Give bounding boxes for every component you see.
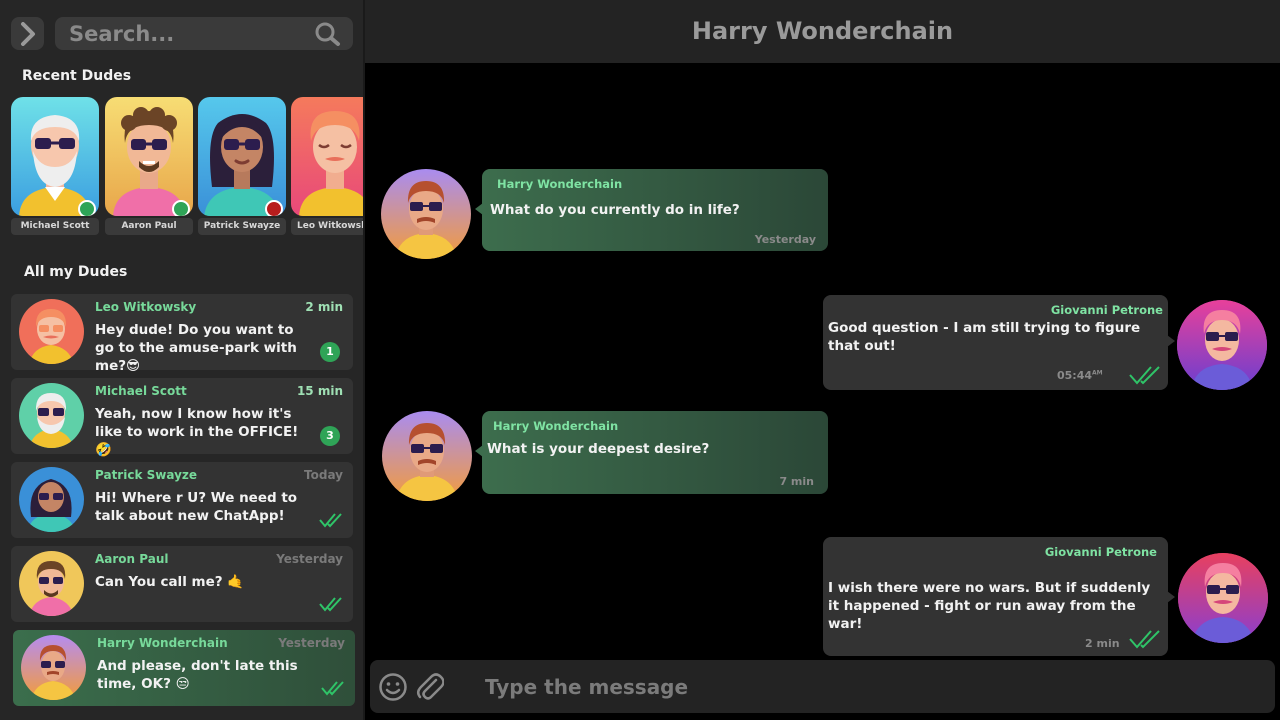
chat-preview: Yeah, now I know how it's like to work i… bbox=[95, 406, 299, 458]
message-time: 05:44AM bbox=[1057, 369, 1103, 382]
chat-time: Yesterday bbox=[278, 636, 345, 650]
chat-preview: Hey dude! Do you want to go to the amuse… bbox=[95, 322, 297, 374]
conversation-title: Harry Wonderchain bbox=[691, 17, 954, 45]
recent-card-michael-scott[interactable]: Michael Scott bbox=[11, 97, 99, 235]
search-input[interactable] bbox=[69, 17, 299, 50]
avatar bbox=[19, 299, 84, 364]
bubble-tail bbox=[475, 445, 483, 457]
message-sender: Giovanni Petrone bbox=[1044, 545, 1157, 559]
recent-card-name: Leo Witkowsky bbox=[291, 218, 363, 235]
bubble-tail bbox=[1167, 591, 1175, 603]
unread-badge: 3 bbox=[320, 426, 340, 446]
recent-card-name: Michael Scott bbox=[11, 218, 99, 235]
sidebar-toggle-button[interactable] bbox=[11, 17, 44, 50]
message-text: What is your deepest desire? bbox=[487, 441, 710, 457]
chat-contact-name: Harry Wonderchain bbox=[97, 636, 228, 650]
double-check-icon bbox=[319, 513, 342, 528]
avatar bbox=[19, 467, 84, 532]
chat-list-item-leo-witkowsky[interactable]: Leo Witkowsky 2 min Hey dude! Do you wan… bbox=[11, 294, 353, 374]
chat-list-item-aaron-paul[interactable]: Aaron Paul Yesterday Can You call me? 🤙 bbox=[11, 546, 353, 622]
message-text: What do you currently do in life? bbox=[490, 202, 740, 218]
recent-card-aaron-paul[interactable]: Aaron Paul bbox=[105, 97, 193, 235]
bubble-tail bbox=[1167, 335, 1175, 347]
message-text: Good question - I am still trying to fig… bbox=[828, 320, 1141, 354]
message-text: I wish there were no wars. But if sudden… bbox=[828, 580, 1151, 632]
recent-dudes-title: Recent Dudes bbox=[22, 68, 132, 84]
message-time: Yesterday bbox=[754, 233, 816, 246]
sidebar: Recent Dudes Michael Scott bbox=[0, 0, 365, 720]
avatar bbox=[198, 97, 286, 216]
chat-time: 15 min bbox=[296, 384, 343, 398]
message-bubble-incoming: Harry Wonderchain What do you currently … bbox=[475, 169, 828, 251]
chat-preview: And please, don't late this time, OK? 😒 bbox=[97, 658, 298, 692]
chat-contact-name: Leo Witkowsky bbox=[95, 300, 197, 314]
message-time: 7 min bbox=[779, 475, 814, 488]
chat-contact-name: Aaron Paul bbox=[95, 552, 169, 566]
message-bubble-incoming: Harry Wonderchain What is your deepest d… bbox=[475, 411, 828, 494]
recent-card-patrick-swayze[interactable]: Patrick Swayze bbox=[198, 97, 286, 235]
avatar bbox=[11, 97, 99, 216]
search-icon[interactable] bbox=[315, 22, 341, 46]
online-status-dot bbox=[78, 200, 96, 216]
conversation-header: Harry Wonderchain bbox=[365, 0, 1280, 63]
bubble-tail bbox=[475, 203, 483, 215]
message-bubble-outgoing: Giovanni Petrone Good question - I am st… bbox=[823, 295, 1175, 390]
chat-time: 2 min bbox=[305, 300, 343, 314]
chat-time: Yesterday bbox=[276, 552, 343, 566]
chat-contact-name: Patrick Swayze bbox=[95, 468, 198, 482]
recent-dudes-carousel: Michael Scott Aaron Paul Patrick Swayze … bbox=[11, 97, 363, 237]
chevron-right-icon bbox=[20, 21, 35, 46]
message-avatar bbox=[1178, 553, 1268, 643]
message-bubble-outgoing: Giovanni Petrone I wish there were no wa… bbox=[823, 537, 1175, 656]
recent-card-leo-witkowsky[interactable]: Leo Witkowsky bbox=[291, 97, 363, 235]
message-input[interactable] bbox=[485, 660, 1085, 713]
avatar bbox=[21, 635, 86, 700]
unread-badge: 1 bbox=[320, 342, 340, 362]
message-avatar bbox=[381, 169, 471, 259]
message-avatar bbox=[382, 411, 472, 501]
double-check-icon bbox=[1129, 366, 1160, 385]
avatar bbox=[105, 97, 193, 216]
avatar bbox=[291, 97, 363, 216]
message-sender: Harry Wonderchain bbox=[493, 419, 619, 433]
recent-card-name: Patrick Swayze bbox=[198, 218, 286, 235]
avatar bbox=[19, 551, 84, 616]
chat-preview: Hi! Where r U? We need to talk about new… bbox=[95, 490, 298, 524]
all-dudes-title: All my Dudes bbox=[24, 264, 128, 280]
recent-card-name: Aaron Paul bbox=[105, 218, 193, 235]
online-status-dot bbox=[172, 200, 190, 216]
message-composer bbox=[370, 660, 1275, 713]
chat-list-item-michael-scott[interactable]: Michael Scott 15 min Yeah, now I know ho… bbox=[11, 378, 353, 458]
message-sender: Giovanni Petrone bbox=[1050, 303, 1163, 317]
attachment-icon[interactable] bbox=[416, 672, 444, 702]
chat-list-item-patrick-swayze[interactable]: Patrick Swayze Today Hi! Where r U? We n… bbox=[11, 462, 353, 538]
chat-list-item-harry-wonderchain[interactable]: Harry Wonderchain Yesterday And please, … bbox=[13, 630, 355, 706]
search-box bbox=[55, 17, 353, 50]
double-check-icon bbox=[321, 681, 344, 696]
avatar bbox=[19, 383, 84, 448]
conversation-panel: Harry Wonderchain Harry Wonderchain What… bbox=[365, 0, 1280, 720]
double-check-icon bbox=[319, 597, 342, 612]
double-check-icon bbox=[1129, 630, 1160, 649]
message-avatar bbox=[1177, 300, 1267, 390]
busy-status-dot bbox=[265, 200, 283, 216]
message-time: 2 min bbox=[1085, 637, 1120, 650]
message-sender: Harry Wonderchain bbox=[497, 177, 623, 191]
chat-contact-name: Michael Scott bbox=[95, 384, 187, 398]
emoji-icon[interactable] bbox=[378, 672, 408, 702]
chat-time: Today bbox=[304, 468, 343, 482]
chat-preview: Can You call me? 🤙 bbox=[95, 574, 245, 590]
